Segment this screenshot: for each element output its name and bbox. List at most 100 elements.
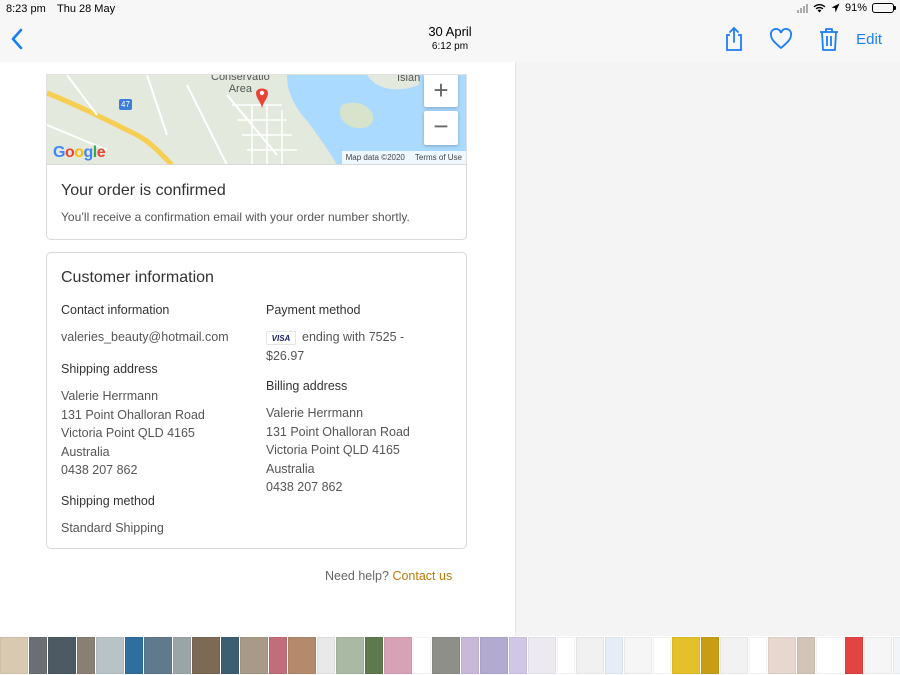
photo-thumbnail[interactable] — [125, 637, 143, 674]
photo-thumbnail[interactable] — [413, 637, 431, 674]
cellular-signal-icon — [796, 3, 808, 13]
road-shield-label: 47 — [121, 100, 130, 109]
shipping-address-heading: Shipping address — [61, 362, 158, 376]
payment-method-heading: Payment method — [266, 303, 361, 317]
photo-thumbnail-strip[interactable] — [0, 636, 900, 675]
empty-right-pane — [516, 62, 900, 636]
photo-thumbnail[interactable] — [221, 637, 239, 674]
photo-date: 30 April — [428, 24, 472, 39]
billing-address-section: Billing address Valerie Herrmann 131 Poi… — [266, 379, 410, 497]
shipping-method-value: Standard Shipping — [61, 521, 164, 535]
billing-address-heading: Billing address — [266, 379, 348, 393]
photo-thumbnail[interactable] — [749, 637, 767, 674]
photo-thumbnail[interactable] — [96, 637, 124, 674]
photo-nav-bar: 30 April 6:12 pm Edit — [0, 18, 900, 62]
contact-us-link[interactable]: Contact us — [392, 569, 452, 583]
photo-thumbnail[interactable] — [288, 637, 316, 674]
payment-method-section: Payment method VISA ending with 7525 - $2… — [266, 303, 446, 365]
contact-information-heading: Contact information — [61, 303, 170, 317]
map-attribution: Map data ©2020 Terms of Use — [341, 151, 466, 164]
minus-icon: − — [433, 111, 449, 141]
share-icon[interactable] — [721, 26, 747, 52]
back-chevron-icon[interactable] — [6, 26, 28, 52]
need-help-text: Need help? — [325, 569, 389, 583]
photo-thumbnail[interactable] — [557, 637, 575, 674]
status-bar: 8:23 pm Thu 28 May 91% — [0, 0, 900, 18]
billing-phone: 0438 207 862 — [266, 480, 343, 494]
battery-percent: 91% — [844, 2, 867, 14]
photo-thumbnail[interactable] — [29, 637, 47, 674]
edit-button[interactable]: Edit — [856, 31, 882, 48]
map-label-area: Conservatio Area — [211, 74, 270, 95]
photo-thumbnail[interactable] — [240, 637, 268, 674]
shipping-street: 131 Point Ohalloran Road — [61, 407, 205, 422]
map-data-label: Map data ©2020 — [345, 153, 405, 162]
photo-thumbnail[interactable] — [528, 637, 556, 674]
payment-card-ending: ending with 7525 - — [302, 330, 405, 344]
photo-thumbnail[interactable] — [0, 637, 28, 674]
status-time: 8:23 pm — [6, 3, 46, 15]
photo-thumbnail[interactable] — [509, 637, 527, 674]
photo-thumbnail[interactable] — [672, 637, 700, 674]
status-date: Thu 28 May — [57, 3, 116, 15]
photo-thumbnail[interactable] — [605, 637, 623, 674]
photo-thumbnail[interactable] — [797, 637, 815, 674]
photo-thumbnail[interactable] — [480, 637, 508, 674]
photo-thumbnail[interactable] — [720, 637, 748, 674]
photo-thumbnail[interactable] — [77, 637, 95, 674]
billing-city: Victoria Point QLD 4165 — [266, 443, 400, 457]
photo-thumbnail[interactable] — [845, 637, 863, 674]
help-line: Need help? Contact us — [325, 569, 452, 583]
shipping-country: Australia — [61, 444, 110, 459]
shipping-phone: 0438 207 862 — [61, 463, 138, 477]
order-confirmed-title: Your order is confirmed — [61, 182, 226, 199]
billing-street: 131 Point Ohalloran Road — [266, 424, 410, 439]
photo-thumbnail[interactable] — [269, 637, 287, 674]
plus-icon: + — [433, 75, 449, 105]
photo-date-title: 30 April 6:12 pm — [350, 24, 550, 52]
photo-thumbnail[interactable] — [653, 637, 671, 674]
wifi-icon — [813, 3, 826, 13]
photo-thumbnail[interactable] — [144, 637, 172, 674]
battery-icon — [872, 3, 896, 13]
shipping-method-section: Shipping method Standard Shipping — [61, 494, 164, 538]
shipping-address-section: Shipping address Valerie Herrmann 131 Po… — [61, 362, 205, 480]
photo-thumbnail[interactable] — [173, 637, 191, 674]
photo-thumbnail[interactable] — [336, 637, 364, 674]
order-confirmed-card: Your order is confirmed You’ll receive a… — [46, 164, 467, 240]
photo-thumbnail[interactable] — [432, 637, 460, 674]
location-arrow-icon — [831, 3, 840, 13]
status-indicators: 91% — [796, 2, 896, 14]
customer-information-card: Customer information Contact information… — [46, 252, 467, 549]
photo-thumbnail[interactable] — [624, 637, 652, 674]
billing-name: Valerie Herrmann — [266, 406, 364, 420]
photo-thumbnail[interactable] — [317, 637, 335, 674]
photo-thumbnail[interactable] — [192, 637, 220, 674]
google-logo: Google — [53, 144, 106, 161]
shipping-name: Valerie Herrmann — [61, 389, 159, 403]
zoom-in-button[interactable]: + — [424, 75, 458, 107]
photo-thumbnail[interactable] — [365, 637, 383, 674]
photo-thumbnail[interactable] — [816, 637, 844, 674]
photo-thumbnail[interactable] — [461, 637, 479, 674]
photo-thumbnail[interactable] — [48, 637, 76, 674]
map-view[interactable]: Conservatio Area Islan 47 + − Google Map … — [46, 74, 467, 164]
visa-card-icon: VISA — [266, 330, 296, 345]
photo-time: 6:12 pm — [431, 41, 469, 52]
contact-email: valeries_beauty@hotmail.com — [61, 330, 229, 344]
photo-thumbnail[interactable] — [701, 637, 719, 674]
photo-thumbnail[interactable] — [864, 637, 892, 674]
shipping-method-heading: Shipping method — [61, 494, 155, 508]
order-confirmed-message: You’ll receive a confirmation email with… — [61, 210, 410, 224]
payment-amount: $26.97 — [266, 348, 305, 363]
photo-thumbnail[interactable] — [893, 637, 900, 674]
payment-detail: VISA ending with 7525 - — [266, 328, 446, 347]
terms-of-use-link[interactable]: Terms of Use — [415, 153, 462, 162]
photo-thumbnail[interactable] — [384, 637, 412, 674]
photo-thumbnail[interactable] — [576, 637, 604, 674]
contact-information-section: Contact information valeries_beauty@hotm… — [61, 303, 229, 347]
zoom-out-button[interactable]: − — [424, 111, 458, 145]
heart-icon[interactable] — [768, 26, 794, 52]
trash-icon[interactable] — [816, 26, 842, 52]
photo-thumbnail[interactable] — [768, 637, 796, 674]
